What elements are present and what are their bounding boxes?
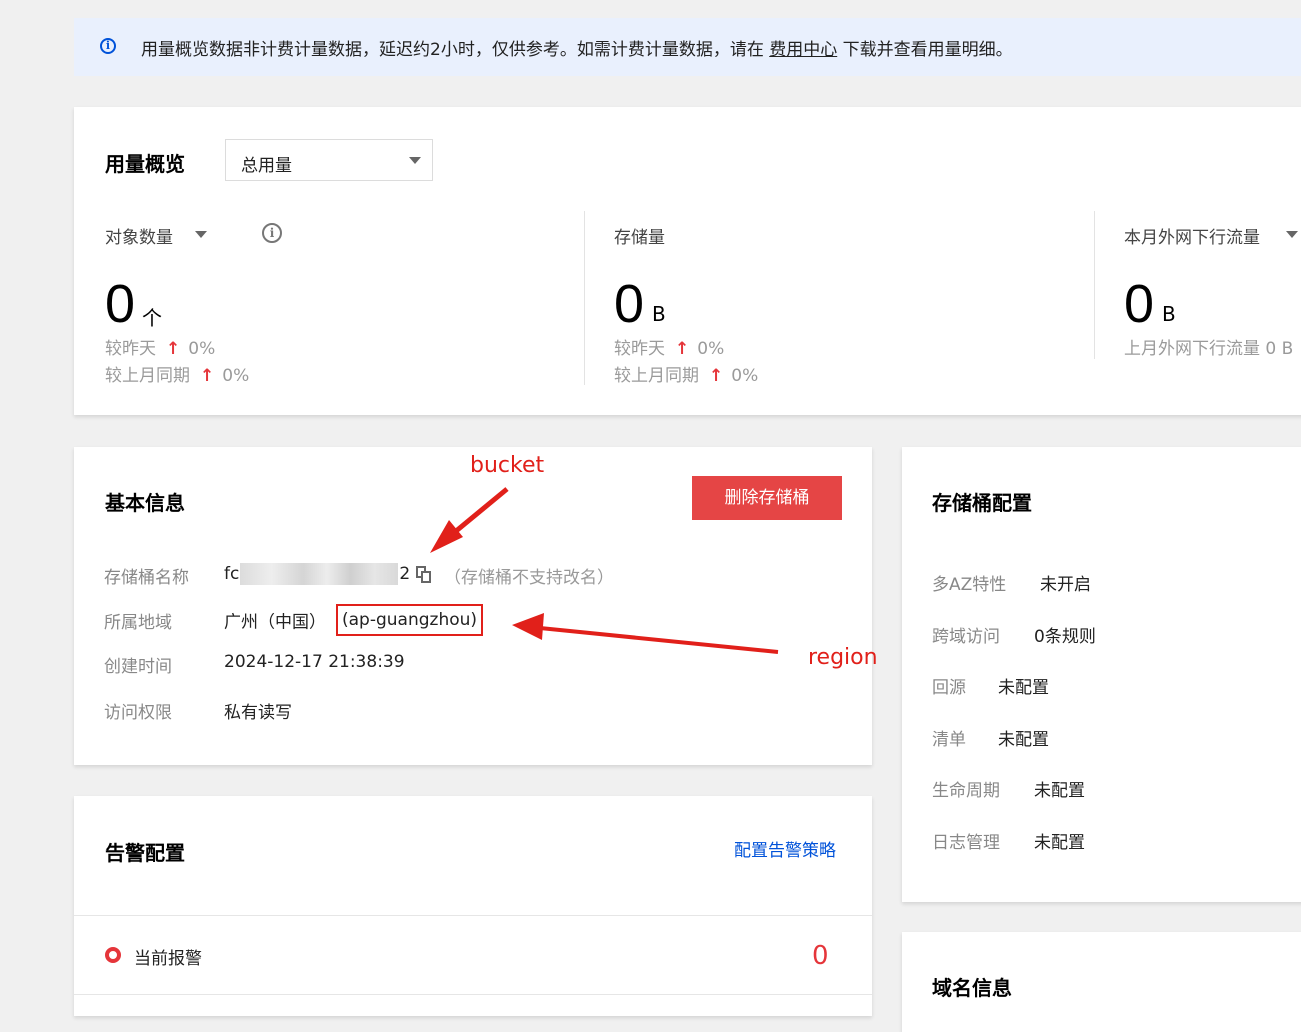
multi-az-label: 多AZ特性 (932, 575, 1007, 595)
copy-icon[interactable] (416, 566, 432, 584)
basic-info-title: 基本信息 (105, 491, 185, 515)
divider (74, 994, 872, 995)
metric-traffic-last-month: 上月外网下行流量 0 B (1124, 339, 1294, 359)
bucket-config-card: 存储桶配置 多AZ特性 未开启 跨域访问 0条规则 回源 未配置 清单 未配置 … (902, 447, 1301, 902)
arrow-up-icon: ↑ (675, 339, 690, 359)
current-alert-count[interactable]: 0 (812, 941, 829, 971)
divider (1094, 211, 1095, 359)
cors-label: 跨域访问 (932, 627, 1000, 647)
configure-alert-policy-link[interactable]: 配置告警策略 (734, 836, 836, 861)
alert-status-icon (105, 947, 121, 963)
inventory-label: 清单 (932, 730, 966, 750)
origin-pull-value[interactable]: 未配置 (998, 673, 1049, 698)
notice-bar: i 用量概览数据非计费计量数据，延迟约2小时，仅供参考。如需计费计量数据，请在 … (74, 18, 1301, 76)
created-time-value: 2024-12-17 21:38:39 (224, 652, 405, 672)
usage-type-select[interactable]: 总用量 (225, 139, 433, 181)
metric-storage-label: 存储量 (614, 228, 665, 248)
delete-bucket-button[interactable]: 删除存储桶 (692, 476, 842, 520)
notice-text: 用量概览数据非计费计量数据，延迟约2小时，仅供参考。如需计费计量数据，请在 费用… (141, 40, 1013, 60)
divider (74, 915, 872, 916)
region-code-highlight: (ap-guangzhou) (336, 604, 484, 636)
metric-storage-unit: B (652, 302, 666, 326)
info-icon[interactable]: i (262, 223, 282, 243)
current-alert-label: 当前报警 (134, 949, 202, 969)
bucket-config-title: 存储桶配置 (932, 491, 1032, 515)
bucket-annotation-label: bucket (470, 453, 545, 478)
alert-config-card: 告警配置 配置告警策略 当前报警 0 (74, 796, 872, 1016)
rename-hint: （存储桶不支持改名） (444, 568, 614, 588)
metric-storage-compare-day: 较昨天 ↑ 0% (614, 339, 725, 359)
usage-type-value: 总用量 (241, 156, 292, 176)
alert-config-title: 告警配置 (105, 841, 185, 865)
chevron-down-icon[interactable] (1286, 231, 1298, 238)
arrow-up-icon: ↑ (709, 366, 724, 386)
metric-object-count-value: 0 (105, 274, 136, 334)
redacted-bucket-name (240, 563, 399, 585)
metric-object-count-label[interactable]: 对象数量 (105, 223, 173, 248)
origin-pull-label: 回源 (932, 678, 966, 698)
cors-value[interactable]: 0条规则 (1034, 622, 1096, 647)
created-time-label: 创建时间 (104, 657, 172, 677)
bucket-name-value: fc 2 (224, 563, 411, 585)
metric-storage-value: 0 (614, 274, 645, 334)
arrow-up-icon: ↑ (200, 366, 215, 386)
metric-object-count-unit: 个 (142, 306, 162, 330)
access-permission-label: 访问权限 (104, 703, 172, 723)
metric-traffic-value: 0 (1124, 274, 1155, 334)
basic-info-card: 基本信息 删除存储桶 存储桶名称 fc 2 （存储桶不支持改名） 所属地域 广州（… (74, 447, 872, 765)
info-icon: i (100, 38, 116, 54)
chevron-down-icon (409, 157, 421, 164)
metric-storage-compare-month: 较上月同期 ↑ 0% (614, 366, 759, 386)
logging-label: 日志管理 (932, 833, 1000, 853)
access-permission-value: 私有读写 (224, 703, 292, 723)
usage-overview-card: 用量概览 总用量 对象数量 i 0 个 较昨天 ↑ 0% 较上月同期 ↑ 0% 存储量 … (74, 107, 1301, 415)
lifecycle-value[interactable]: 未配置 (1034, 776, 1085, 801)
inventory-value[interactable]: 未配置 (998, 725, 1049, 750)
chevron-down-icon[interactable] (195, 231, 207, 238)
lifecycle-label: 生命周期 (932, 781, 1000, 801)
metric-traffic-unit: B (1162, 302, 1176, 326)
arrow-up-icon: ↑ (166, 339, 181, 359)
metric-object-count-compare-day: 较昨天 ↑ 0% (105, 339, 216, 359)
logging-value[interactable]: 未配置 (1034, 828, 1085, 853)
multi-az-value: 未开启 (1040, 575, 1091, 595)
region-label: 所属地域 (104, 613, 172, 633)
region-annotation-label: region (808, 645, 878, 670)
billing-center-link[interactable]: 费用中心 (769, 40, 837, 60)
metric-traffic-label[interactable]: 本月外网下行流量 (1124, 223, 1260, 248)
bucket-name-label: 存储桶名称 (104, 568, 189, 588)
divider (584, 211, 585, 385)
region-value: 广州（中国） (ap-guangzhou) (224, 604, 484, 636)
usage-title: 用量概览 (105, 152, 185, 176)
metric-object-count-compare-month: 较上月同期 ↑ 0% (105, 366, 250, 386)
domain-info-card: 域名信息 (902, 932, 1301, 1032)
